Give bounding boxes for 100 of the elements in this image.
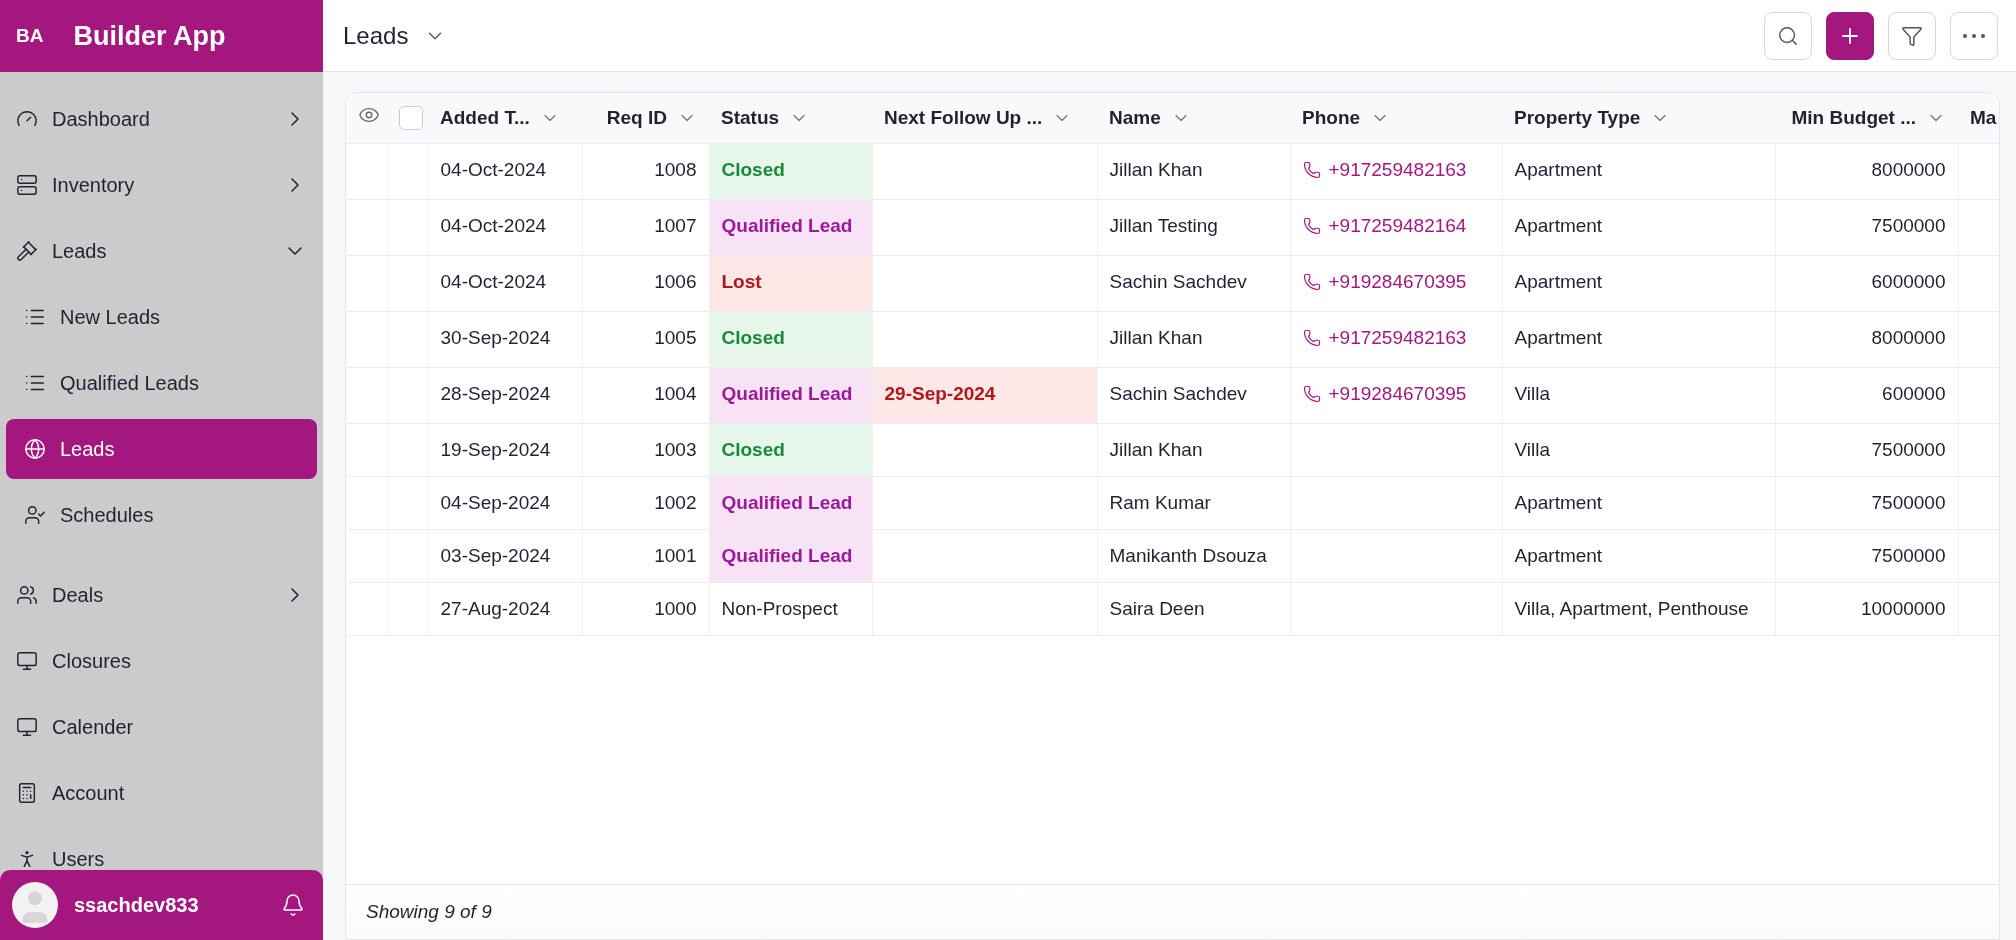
- phone-icon: [1302, 160, 1321, 179]
- status-cell: Closed: [709, 143, 872, 199]
- table-cell: 1006: [582, 255, 709, 311]
- phone-link[interactable]: +917259482164: [1302, 210, 1467, 241]
- user-name: ssachdev833: [74, 893, 200, 917]
- sidebar-item[interactable]: Schedules: [6, 485, 317, 545]
- more-button[interactable]: [1950, 11, 1998, 60]
- table-cell: Villa: [1502, 423, 1775, 476]
- table-cell: Villa, Apartment, Penthouse: [1502, 582, 1775, 635]
- table-cell: 27-Aug-2024: [428, 582, 582, 635]
- table-cell: 7500000: [1775, 423, 1958, 476]
- table-cell: Apartment: [1502, 199, 1775, 255]
- phone-icon: [1302, 216, 1321, 235]
- sidebar-item[interactable]: Qualified Leads: [6, 353, 317, 413]
- monitor-icon: [16, 716, 38, 738]
- checkbox[interactable]: [399, 105, 423, 130]
- table-cell: Apartment: [1502, 476, 1775, 529]
- calculator-icon: [16, 782, 38, 804]
- table-cell: 04-Oct-2024: [428, 143, 582, 199]
- follow-up-cell: 29-Sep-2024: [872, 367, 1097, 423]
- gavel-icon: [16, 240, 38, 262]
- phone-link[interactable]: +917259482163: [1302, 322, 1467, 353]
- table-cell: Apartment: [1502, 143, 1775, 199]
- sidebar-item[interactable]: Calender: [6, 697, 317, 757]
- status-cell: Qualified Lead: [709, 529, 872, 582]
- status-cell: Qualified Lead: [709, 476, 872, 529]
- table-cell: 04-Oct-2024: [428, 199, 582, 255]
- table-cell: 10000000: [1775, 582, 1958, 635]
- table-cell: 1008: [582, 143, 709, 199]
- table-cell: 600000: [1775, 367, 1958, 423]
- phone-link[interactable]: +919284670395: [1302, 378, 1467, 409]
- filter-button[interactable]: [1888, 11, 1936, 60]
- table-cell: 1000: [582, 582, 709, 635]
- table-cell: Villa: [1502, 367, 1775, 423]
- table-cell: 7500000: [1775, 529, 1958, 582]
- search-icon: [1777, 24, 1799, 47]
- table-cell: 1004: [582, 367, 709, 423]
- more-icon: [1963, 33, 1985, 38]
- table-cell: 1005: [582, 311, 709, 367]
- table-cell: 30-Sep-2024: [428, 311, 582, 367]
- monitor-icon: [16, 650, 38, 672]
- table-cell: Jillan Khan: [1097, 423, 1290, 476]
- column-header[interactable]: Status: [721, 106, 780, 129]
- phone-link[interactable]: +919284670395: [1302, 266, 1467, 297]
- table-cell: 7500000: [1775, 476, 1958, 529]
- table-cell: 19-Sep-2024: [428, 423, 582, 476]
- page-title[interactable]: Leads: [343, 21, 409, 50]
- table-cell: 04-Oct-2024: [428, 255, 582, 311]
- bell-icon[interactable]: [281, 893, 305, 917]
- status-cell: Closed: [709, 423, 872, 476]
- table-cell: 28-Sep-2024: [428, 367, 582, 423]
- column-header[interactable]: Name: [1109, 106, 1161, 129]
- globe-icon: [24, 438, 46, 460]
- table-cell: Apartment: [1502, 255, 1775, 311]
- status-cell: Lost: [709, 255, 872, 311]
- table-cell: 1002: [582, 476, 709, 529]
- sidebar-item[interactable]: Users: [6, 829, 317, 870]
- sidebar-item[interactable]: Account: [6, 763, 317, 823]
- sidebar-item[interactable]: Leads: [6, 221, 317, 281]
- table-cell: 8000000: [1775, 143, 1958, 199]
- table-cell: Manikanth Dsouza: [1097, 529, 1290, 582]
- status-cell: Qualified Lead: [709, 199, 872, 255]
- phone-icon: [1302, 272, 1321, 291]
- column-header[interactable]: Phone: [1302, 106, 1361, 129]
- table-cell: 7500000: [1775, 199, 1958, 255]
- table-cell: Sachin Sachdev: [1097, 367, 1290, 423]
- table-cell: Jillan Khan: [1097, 143, 1290, 199]
- table-cell: 1003: [582, 423, 709, 476]
- sidebar-item[interactable]: Leads: [6, 419, 317, 479]
- sidebar-item[interactable]: Closures: [6, 631, 317, 691]
- table-cell: Jillan Testing: [1097, 199, 1290, 255]
- people-icon: [16, 584, 38, 606]
- status-cell: Non-Prospect: [709, 582, 872, 635]
- brand-initials: BA: [16, 25, 44, 47]
- status-cell: Closed: [709, 311, 872, 367]
- table-cell: Saira Deen: [1097, 582, 1290, 635]
- status-cell: Qualified Lead: [709, 367, 872, 423]
- row-count: Showing 9 of 9: [366, 901, 492, 923]
- table-cell: Ram Kumar: [1097, 476, 1290, 529]
- table-cell: 1007: [582, 199, 709, 255]
- search-button[interactable]: [1764, 11, 1812, 60]
- user-check-icon: [24, 504, 46, 526]
- phone-link[interactable]: +917259482163: [1302, 154, 1467, 185]
- table-cell: Jillan Khan: [1097, 311, 1290, 367]
- sidebar-item[interactable]: Deals: [6, 565, 317, 625]
- table-cell: 8000000: [1775, 311, 1958, 367]
- phone-icon: [1302, 328, 1321, 347]
- server-icon: [16, 174, 38, 196]
- add-button[interactable]: [1826, 11, 1874, 60]
- table-cell: Apartment: [1502, 529, 1775, 582]
- sidebar-item[interactable]: Inventory: [6, 155, 317, 215]
- table-cell: 1001: [582, 529, 709, 582]
- table-cell: Sachin Sachdev: [1097, 255, 1290, 311]
- filter-icon: [1901, 24, 1923, 47]
- sidebar-item[interactable]: Dashboard: [6, 89, 317, 149]
- sidebar-item[interactable]: New Leads: [6, 287, 317, 347]
- table-cell: 03-Sep-2024: [428, 529, 582, 582]
- table-cell: 04-Sep-2024: [428, 476, 582, 529]
- table-cell: 6000000: [1775, 255, 1958, 311]
- app-name: Builder App: [73, 20, 226, 52]
